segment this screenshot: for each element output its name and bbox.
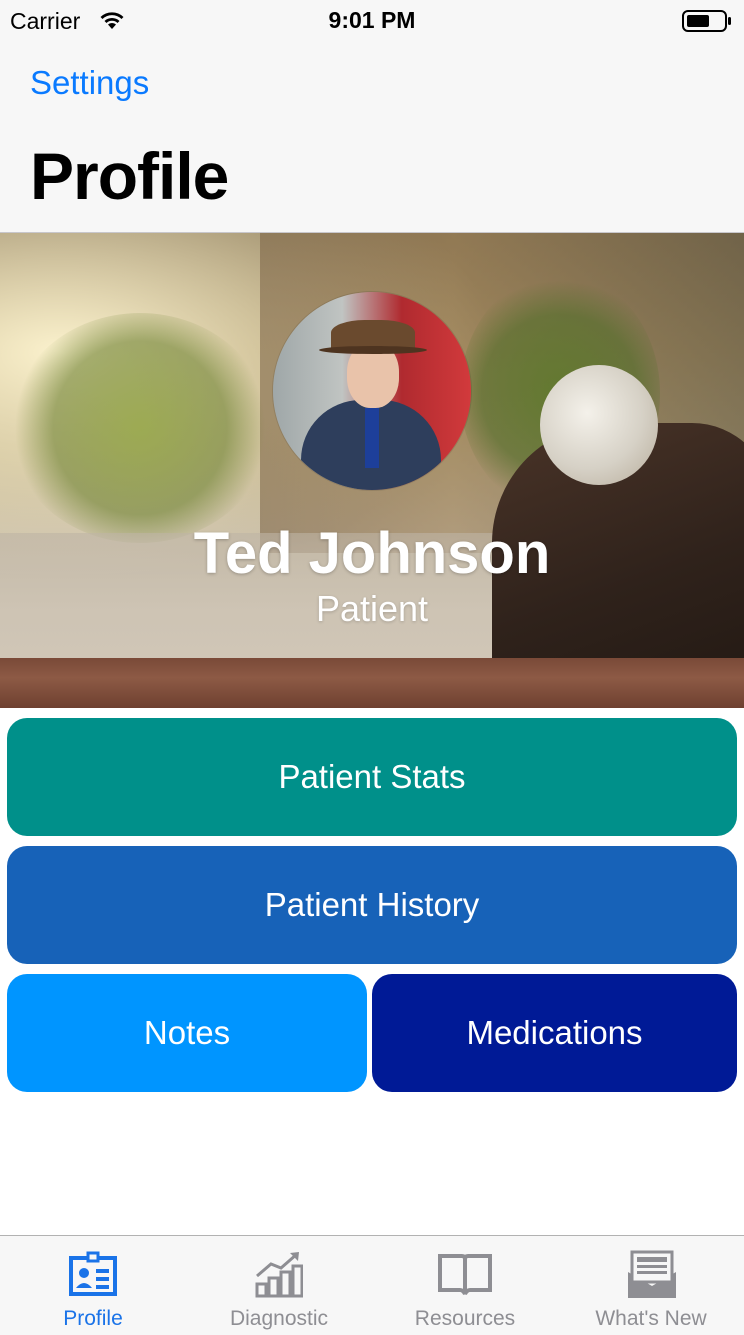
tab-resources[interactable]: Resources [372, 1236, 558, 1335]
tab-whats-new[interactable]: What's New [558, 1236, 744, 1335]
profile-header: Ted Johnson Patient [0, 233, 744, 708]
profile-card-icon [69, 1251, 117, 1296]
settings-back-button[interactable]: Settings [30, 64, 149, 102]
newsletter-icon [628, 1250, 676, 1298]
clock: 9:01 PM [328, 7, 416, 33]
tab-bar: Profile Diagnostic Resources What's New [0, 1235, 744, 1335]
avatar[interactable] [273, 292, 471, 490]
chart-trend-icon [255, 1252, 303, 1298]
tab-label: Profile [63, 1307, 123, 1330]
tab-label: What's New [595, 1307, 707, 1330]
navigation-bar: Settings Profile [0, 40, 744, 233]
tab-profile[interactable]: Profile [0, 1236, 186, 1335]
book-icon [438, 1254, 492, 1295]
patient-name: Ted Johnson [193, 521, 551, 586]
tab-label: Diagnostic [229, 1307, 329, 1330]
battery-icon [682, 10, 731, 32]
background-trees [10, 313, 270, 543]
patient-history-button[interactable]: Patient History [7, 846, 737, 964]
page-title: Profile [30, 139, 229, 213]
background-person-head [540, 365, 658, 485]
status-bar: Carrier 9:01 PM [0, 0, 744, 40]
medications-button[interactable]: Medications [372, 974, 737, 1092]
patient-stats-button[interactable]: Patient Stats [7, 718, 737, 836]
tab-label: Resources [414, 1307, 516, 1330]
tab-diagnostic[interactable]: Diagnostic [186, 1236, 372, 1335]
notes-button[interactable]: Notes [7, 974, 367, 1092]
background-bench [0, 658, 744, 708]
patient-role: Patient [315, 588, 429, 629]
